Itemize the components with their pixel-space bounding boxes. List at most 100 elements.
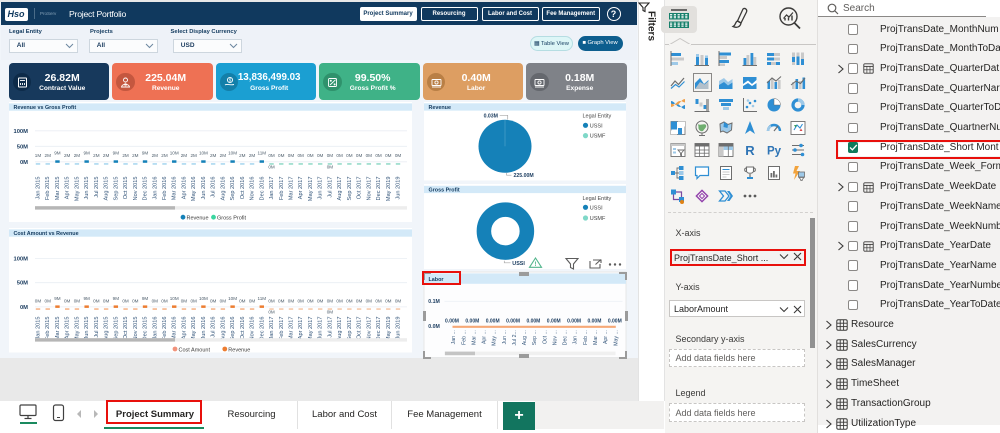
svg-text:Oct 2016: Oct 2016 — [239, 177, 245, 200]
svg-text:0M: 0M — [278, 298, 285, 303]
svg-text:0M: 0M — [268, 298, 275, 303]
svg-text:0.00M: 0.00M — [547, 318, 561, 324]
svg-text:Jul 2...: Jul 2... — [512, 330, 518, 345]
svg-text:Gross Profit: Gross Profit — [429, 187, 460, 193]
svg-text:Aug ...: Aug ... — [522, 330, 528, 345]
svg-text:2M: 2M — [93, 153, 100, 158]
svg-text:Jan 2017: Jan 2017 — [269, 177, 275, 200]
svg-text:0M: 0M — [326, 153, 333, 158]
svg-text:0M: 0M — [326, 309, 333, 314]
svg-text:Apr 2015: Apr 2015 — [64, 316, 70, 339]
svg-text:Oct 2017: Oct 2017 — [356, 177, 362, 200]
svg-text:0M: 0M — [209, 298, 216, 303]
svg-text:Feb 2016: Feb 2016 — [161, 177, 167, 201]
svg-text:Revenue: Revenue — [429, 105, 451, 111]
svg-text:2M: 2M — [102, 153, 109, 158]
svg-text:Mar 2016: Mar 2016 — [171, 316, 177, 340]
svg-text:0.00M: 0.00M — [445, 318, 459, 324]
svg-text:0M: 0M — [346, 153, 353, 158]
svg-text:Revenue: Revenue — [186, 216, 208, 222]
svg-text:Aug 2016: Aug 2016 — [220, 177, 226, 201]
svg-text:Jan 2015: Jan 2015 — [35, 316, 41, 339]
svg-text:Feb 2015: Feb 2015 — [45, 316, 51, 340]
svg-text:Mar ...: Mar ... — [593, 330, 599, 345]
svg-text:!: ! — [534, 261, 536, 268]
svg-text:0M: 0M — [385, 298, 392, 303]
svg-text:Jan 2016: Jan 2016 — [152, 177, 158, 200]
svg-text:0M: 0M — [297, 298, 304, 303]
svg-text:Jun 2017: Jun 2017 — [317, 177, 323, 200]
svg-text:Apr 2017: Apr 2017 — [298, 316, 304, 339]
svg-text:9M: 9M — [54, 295, 61, 300]
svg-text:Sep 2015: Sep 2015 — [113, 316, 119, 340]
svg-text:2M: 2M — [151, 153, 158, 158]
svg-text:Dec ...: Dec ... — [563, 330, 569, 345]
svg-text:0M: 0M — [268, 164, 275, 169]
svg-text:0M: 0M — [268, 309, 275, 314]
svg-text:Nov ...: Nov ... — [553, 330, 559, 345]
svg-text:Nov 2017: Nov 2017 — [366, 177, 372, 201]
svg-text:Aug 2017: Aug 2017 — [337, 316, 343, 340]
svg-text:0M: 0M — [248, 298, 255, 303]
svg-text:Mar 2017: Mar 2017 — [288, 177, 294, 201]
svg-text:0M: 0M — [180, 298, 187, 303]
svg-text:Jul 2015: Jul 2015 — [93, 177, 99, 198]
svg-text:9M: 9M — [54, 150, 61, 155]
svg-text:Revenue: Revenue — [228, 347, 250, 353]
svg-text:Mar 2015: Mar 2015 — [54, 316, 60, 340]
svg-text:May 2019: May 2019 — [385, 177, 391, 202]
svg-text:2M: 2M — [73, 153, 80, 158]
svg-text:Sep 2016: Sep 2016 — [230, 316, 236, 340]
svg-text:9M: 9M — [112, 295, 119, 300]
svg-text:10M: 10M — [169, 295, 178, 300]
svg-text:0M: 0M — [239, 298, 246, 303]
svg-text:0M: 0M — [34, 298, 41, 303]
svg-text:Jun 2015: Jun 2015 — [84, 177, 90, 200]
svg-text:0M: 0M — [307, 298, 314, 303]
svg-text:Apr 2015: Apr 2015 — [64, 177, 70, 200]
svg-text:Dec 2016: Dec 2016 — [259, 176, 265, 200]
svg-text:May ...: May ... — [492, 330, 498, 346]
svg-text:0M: 0M — [375, 298, 382, 303]
svg-text:Aug 2017: Aug 2017 — [337, 177, 343, 201]
svg-text:Feb 2017: Feb 2017 — [278, 177, 284, 201]
svg-text:10M: 10M — [198, 150, 207, 155]
svg-text:Oct 2017: Oct 2017 — [356, 316, 362, 339]
svg-text:0M: 0M — [278, 153, 285, 158]
svg-text:Mar 2015: Mar 2015 — [54, 177, 60, 201]
svg-text:0M: 0M — [394, 153, 401, 158]
svg-text:100M: 100M — [13, 129, 28, 135]
svg-text:0.00M: 0.00M — [486, 318, 500, 324]
svg-text:0M: 0M — [44, 298, 51, 303]
svg-text:Feb ...: Feb ... — [461, 330, 467, 345]
svg-text:2M: 2M — [209, 153, 216, 158]
svg-text:May 2019: May 2019 — [385, 316, 391, 341]
svg-text:0M: 0M — [355, 298, 362, 303]
svg-text:2M: 2M — [190, 153, 197, 158]
svg-text:10M: 10M — [228, 150, 237, 155]
svg-text:10M: 10M — [169, 150, 178, 155]
svg-text:USSI: USSI — [590, 123, 603, 129]
svg-text:Mar 2017: Mar 2017 — [288, 316, 294, 340]
svg-text:Sep 2017: Sep 2017 — [346, 316, 352, 340]
svg-text:2M: 2M — [248, 153, 255, 158]
svg-text:Jul 2017: Jul 2017 — [327, 177, 333, 198]
svg-text:Nov 2015: Nov 2015 — [132, 177, 138, 201]
svg-text:USSI: USSI — [590, 205, 603, 211]
svg-text:9M: 9M — [141, 150, 148, 155]
svg-text:Aug 2015: Aug 2015 — [103, 177, 109, 201]
svg-text:May 2017: May 2017 — [307, 177, 313, 202]
svg-text:Jul 2016: Jul 2016 — [210, 177, 216, 198]
svg-text:0M: 0M — [19, 160, 27, 166]
svg-text:0M: 0M — [161, 298, 168, 303]
svg-text:0M: 0M — [316, 153, 323, 158]
svg-text:Aug 2016: Aug 2016 — [220, 316, 226, 340]
svg-text:USMF: USMF — [590, 134, 606, 140]
svg-text:9M: 9M — [141, 295, 148, 300]
svg-text:Legal Entity: Legal Entity — [583, 195, 612, 201]
svg-text:Jun 2016: Jun 2016 — [200, 316, 206, 339]
svg-text:Jun 2015: Jun 2015 — [84, 316, 90, 339]
svg-text:May 2015: May 2015 — [74, 177, 80, 202]
svg-text:Legal Entity: Legal Entity — [583, 113, 612, 119]
svg-text:0M: 0M — [307, 153, 314, 158]
